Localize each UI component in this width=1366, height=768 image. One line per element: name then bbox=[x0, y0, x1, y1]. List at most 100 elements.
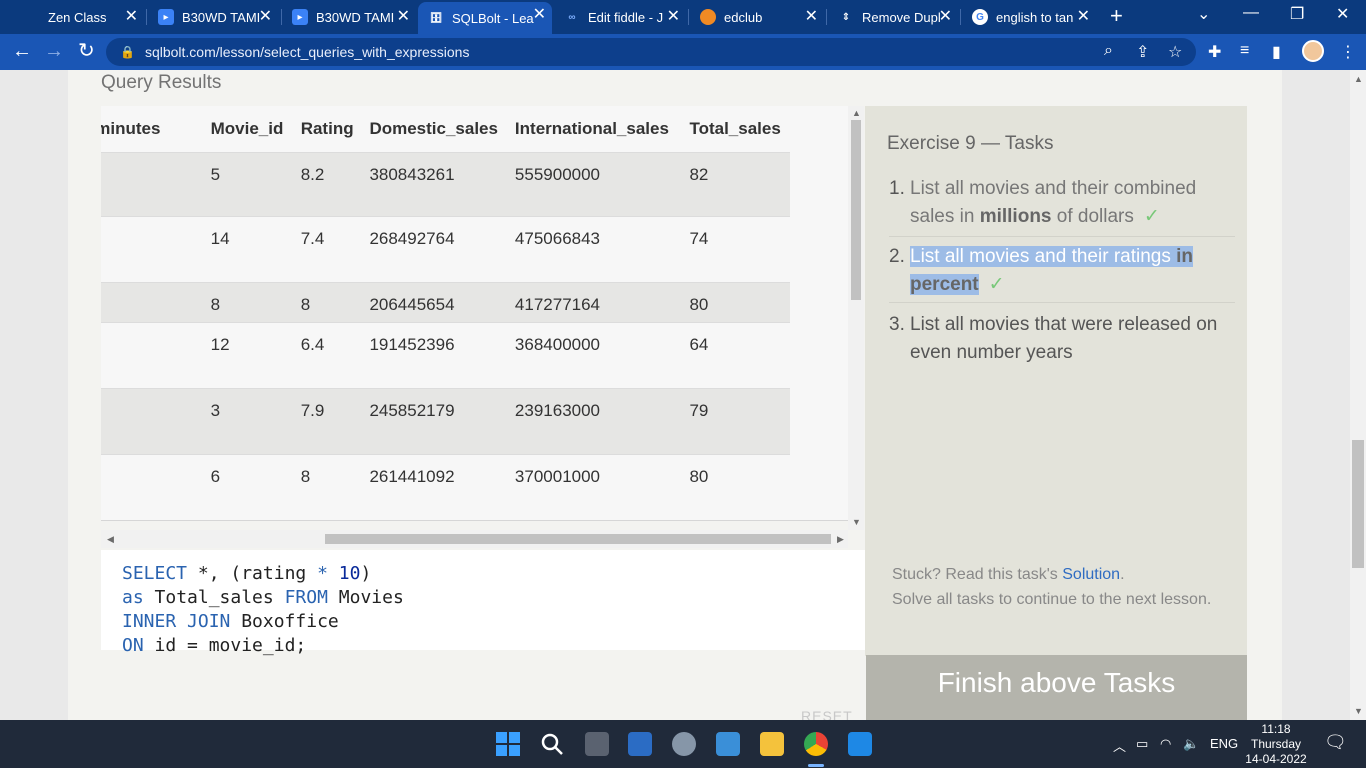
share-icon[interactable]: ⇪ bbox=[1136, 42, 1149, 62]
tab-zen-class[interactable]: Zen Class ✕ bbox=[14, 4, 144, 30]
close-icon[interactable]: ✕ bbox=[667, 8, 680, 26]
address-bar[interactable]: 🔒 sqlbolt.com/lesson/select_queries_with… bbox=[106, 38, 1196, 66]
close-icon[interactable]: ✕ bbox=[939, 8, 952, 26]
scroll-thumb[interactable] bbox=[325, 534, 831, 544]
solution-link[interactable]: Solution bbox=[1062, 566, 1120, 583]
close-icon[interactable]: ✕ bbox=[125, 8, 138, 26]
browser-tab-strip: Zen Class ✕ ▸ B30WD TAMI ✕ ▸ B30WD TAMI … bbox=[0, 0, 1366, 34]
tab-zoom-1[interactable]: ▸ B30WD TAMI ✕ bbox=[148, 4, 278, 30]
query-results-table: ngth_minutes Movie_id Rating Domestic_sa… bbox=[101, 106, 848, 521]
zoom-icon[interactable]: ⌕ bbox=[1104, 42, 1113, 60]
forward-icon[interactable]: → bbox=[44, 40, 64, 62]
bookmark-star-icon[interactable]: ☆ bbox=[1168, 42, 1182, 62]
column-header: Rating bbox=[300, 118, 354, 138]
code-line: INNER JOIN Boxoffice bbox=[122, 611, 339, 632]
settings-gear-icon[interactable] bbox=[672, 732, 696, 756]
windows-start-icon[interactable] bbox=[496, 732, 520, 756]
results-vertical-scrollbar[interactable]: ▲ ▼ bbox=[848, 106, 864, 530]
minimize-icon[interactable]: — bbox=[1243, 4, 1259, 22]
table-row: 7 5 8.2 380843261 555900000 82 bbox=[101, 151, 790, 216]
scroll-up-icon[interactable]: ▲ bbox=[852, 108, 861, 118]
scroll-up-icon[interactable]: ▲ bbox=[1354, 74, 1363, 84]
table-row: 6 6 8 261441092 370001000 80 bbox=[101, 453, 790, 520]
system-clock[interactable]: 11:18 Thursday 14-04-2022 bbox=[1238, 722, 1314, 767]
language-indicator[interactable]: ENG bbox=[1210, 736, 1238, 751]
notifications-icon[interactable]: 🗨 bbox=[1324, 732, 1347, 753]
google-icon: G bbox=[972, 9, 988, 25]
extensions-icon[interactable]: ✚ bbox=[1208, 42, 1221, 62]
side-panel-icon[interactable]: ▮ bbox=[1272, 42, 1281, 62]
volume-icon[interactable]: 🔈 bbox=[1183, 736, 1199, 752]
active-app-indicator bbox=[808, 764, 824, 767]
tab-jsfiddle[interactable]: ∞ Edit fiddle - J ✕ bbox=[554, 4, 686, 30]
column-header: Domestic_sales bbox=[369, 118, 498, 138]
close-window-icon[interactable]: ✕ bbox=[1336, 4, 1349, 24]
tab-zoom-2[interactable]: ▸ B30WD TAMI ✕ bbox=[282, 4, 416, 30]
close-icon[interactable]: ✕ bbox=[805, 8, 818, 26]
media-control-icon[interactable]: ≡ bbox=[1240, 42, 1249, 60]
results-horizontal-scrollbar[interactable]: ◀ ▶ bbox=[101, 530, 848, 548]
zen-icon bbox=[24, 9, 40, 25]
task-item: 1. List all movies and their combined sa… bbox=[889, 175, 1235, 237]
restore-icon[interactable]: ❐ bbox=[1290, 4, 1304, 24]
code-line: as Total_sales FROM Movies bbox=[122, 587, 404, 608]
tab-search-icon[interactable]: ⌄ bbox=[1197, 4, 1210, 24]
widgets-icon[interactable] bbox=[628, 732, 652, 756]
tab-sqlbolt[interactable]: 🗄 SQLBolt - Lea ✕ bbox=[418, 2, 552, 34]
scroll-down-icon[interactable]: ▼ bbox=[1354, 706, 1363, 716]
table-row: 3 7.9 245852179 239163000 79 bbox=[101, 387, 790, 454]
table-row: 0 14 7.4 268492764 475066843 74 bbox=[101, 215, 790, 282]
notepad-icon[interactable] bbox=[716, 732, 740, 756]
check-icon: ✓ bbox=[1143, 206, 1160, 227]
remove-icon: ⇕ bbox=[841, 11, 851, 23]
menu-kebab-icon[interactable]: ⋮ bbox=[1340, 42, 1356, 62]
back-icon[interactable]: ← bbox=[12, 40, 32, 62]
file-explorer-icon[interactable] bbox=[760, 732, 784, 756]
query-results-heading: Query Results bbox=[101, 72, 222, 93]
scroll-down-icon[interactable]: ▼ bbox=[852, 517, 861, 527]
scroll-thumb[interactable] bbox=[851, 120, 861, 300]
url-text: sqlbolt.com/lesson/select_queries_with_e… bbox=[144, 44, 470, 60]
reload-icon[interactable]: ↻ bbox=[78, 40, 95, 62]
task-item: 2. List all movies and their ratings in … bbox=[889, 243, 1235, 303]
stuck-help-text: Stuck? Read this task's Solution. Solve … bbox=[892, 566, 1212, 608]
task-view-icon[interactable] bbox=[585, 732, 609, 756]
close-icon[interactable]: ✕ bbox=[1077, 8, 1090, 26]
check-icon: ✓ bbox=[988, 274, 1005, 295]
tab-google-translate[interactable]: G english to tan ✕ bbox=[962, 4, 1096, 30]
tasks-title: Exercise 9 — Tasks bbox=[887, 133, 1054, 154]
new-tab-button[interactable]: + bbox=[1110, 5, 1123, 27]
database-icon: 🗄 bbox=[429, 12, 443, 24]
close-icon[interactable]: ✕ bbox=[397, 8, 410, 26]
scroll-right-icon[interactable]: ▶ bbox=[837, 534, 844, 545]
code-line: ON id = movie_id; bbox=[122, 635, 307, 656]
task-item: 3. List all movies that were released on… bbox=[889, 314, 1218, 363]
battery-icon[interactable]: ▭ bbox=[1136, 736, 1148, 752]
wifi-icon[interactable]: ◠ bbox=[1160, 736, 1171, 752]
search-icon[interactable] bbox=[540, 732, 564, 756]
chrome-icon[interactable] bbox=[804, 732, 828, 756]
chevron-up-icon[interactable]: ︿ bbox=[1113, 736, 1126, 755]
avatar[interactable] bbox=[1302, 40, 1324, 62]
lock-icon: 🔒 bbox=[120, 45, 135, 59]
column-header: Movie_id bbox=[210, 118, 284, 138]
scroll-left-icon[interactable]: ◀ bbox=[107, 534, 114, 545]
edclub-icon bbox=[700, 9, 716, 25]
column-header: ngth_minutes bbox=[101, 118, 161, 138]
close-icon[interactable]: ✕ bbox=[259, 8, 272, 26]
zoom-icon: ▸ bbox=[158, 9, 174, 25]
page-scrollbar[interactable]: ▲ ▼ bbox=[1350, 70, 1366, 720]
vscode-icon[interactable] bbox=[848, 732, 872, 756]
tab-edclub[interactable]: edclub ✕ bbox=[690, 4, 824, 30]
tab-remove-duplicates[interactable]: ⇕ Remove Dupl ✕ bbox=[828, 4, 958, 30]
close-icon[interactable]: ✕ bbox=[533, 6, 546, 24]
column-header: International_sales bbox=[514, 118, 669, 138]
finish-tasks-button[interactable]: Finish above Tasks bbox=[866, 655, 1247, 720]
code-line: SELECT *, (rating * 10) bbox=[122, 563, 372, 584]
zoom-icon: ▸ bbox=[292, 9, 308, 25]
windows-taskbar: ︿ ▭ ◠ 🔈 ENG 11:18 Thursday 14-04-2022 🗨 bbox=[0, 720, 1366, 768]
scroll-thumb[interactable] bbox=[1352, 440, 1364, 568]
column-header: Total_sales bbox=[689, 118, 781, 138]
sql-editor[interactable]: SELECT *, (rating * 10) as Total_sales F… bbox=[101, 550, 865, 656]
table-row: 5 8 8 206445654 417277164 80 bbox=[101, 281, 790, 322]
